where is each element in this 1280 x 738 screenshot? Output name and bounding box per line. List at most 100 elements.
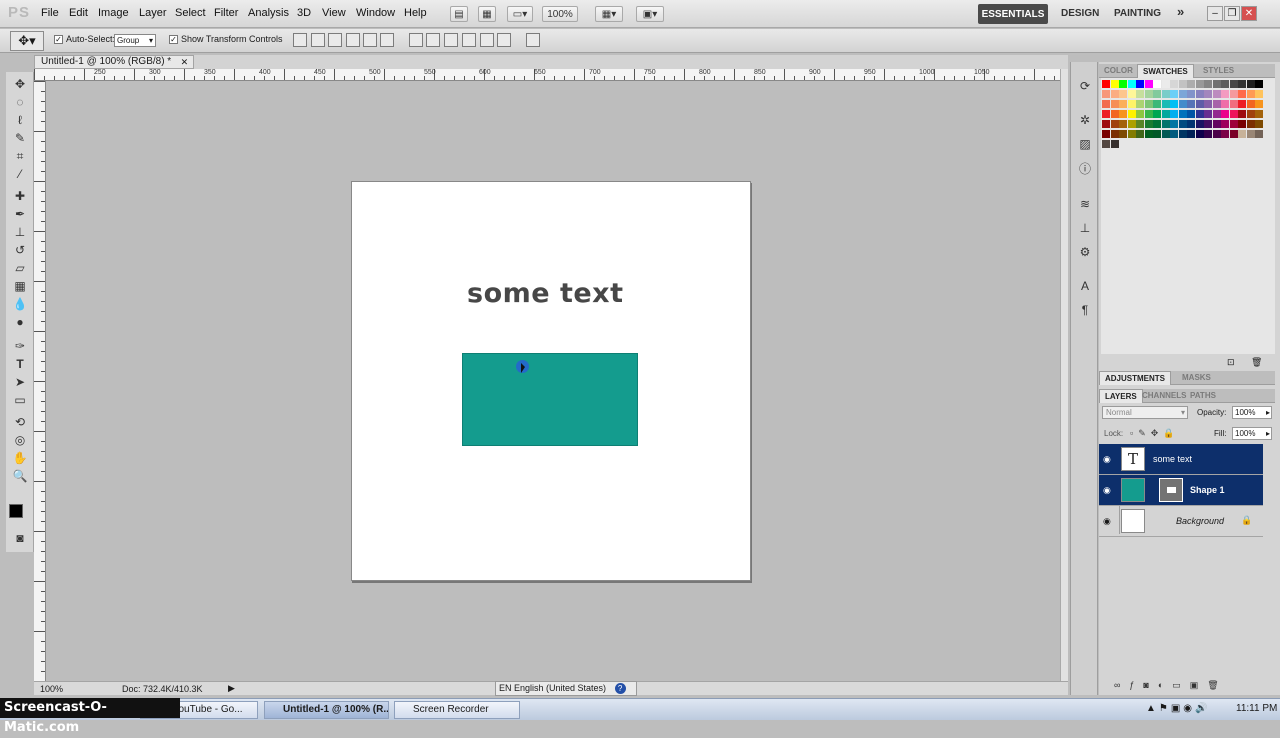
align-bottom-icon[interactable] [328, 33, 342, 47]
color-swatch[interactable] [1153, 80, 1161, 88]
path-select-icon[interactable]: ➤ [10, 374, 30, 390]
color-swatch[interactable] [1153, 130, 1161, 138]
auto-align-icon[interactable] [526, 33, 540, 47]
color-swatch[interactable] [1110, 120, 1119, 128]
menu-select[interactable]: Select [175, 7, 206, 19]
hand-tool-icon[interactable]: ✋ [10, 450, 30, 466]
info-icon[interactable]: ⓘ [1077, 160, 1093, 176]
workspace-design[interactable]: DESIGN [1061, 8, 1099, 19]
zoom-level[interactable]: 100% [542, 6, 578, 22]
crop-tool-icon[interactable]: ⌗ [10, 148, 30, 164]
color-swatch[interactable] [1204, 120, 1212, 128]
rectangle-tool-icon[interactable]: ▭ [10, 392, 30, 408]
blend-mode-dropdown[interactable]: Normal ▾ [1102, 406, 1188, 419]
color-swatch[interactable] [1119, 120, 1127, 128]
tab-adjustments[interactable]: ADJUSTMENTS [1099, 371, 1172, 385]
color-swatch[interactable] [1238, 120, 1246, 128]
color-swatch[interactable] [1238, 130, 1246, 138]
menu-view[interactable]: View [322, 7, 346, 19]
color-swatch[interactable] [1204, 130, 1212, 138]
color-swatch[interactable] [1238, 90, 1246, 98]
color-swatch[interactable] [1221, 80, 1229, 88]
color-swatch[interactable] [1178, 120, 1187, 128]
color-swatch[interactable] [1170, 80, 1178, 88]
align-vcenter-icon[interactable] [311, 33, 325, 47]
shape-layer-rectangle[interactable] [462, 353, 638, 446]
color-swatch[interactable] [1110, 100, 1119, 108]
color-swatch[interactable] [1187, 90, 1195, 98]
color-swatch[interactable] [1127, 130, 1136, 138]
color-swatch[interactable] [1119, 130, 1127, 138]
color-swatch[interactable] [1187, 120, 1195, 128]
tab-channels[interactable]: CHANNELS [1137, 389, 1191, 403]
new-swatch-icon[interactable]: ⊡ [1227, 357, 1235, 368]
color-swatch[interactable] [1136, 120, 1144, 128]
color-swatch[interactable] [1255, 90, 1263, 98]
color-swatch[interactable] [1136, 90, 1144, 98]
color-swatch[interactable] [1153, 100, 1161, 108]
color-swatch[interactable] [1187, 110, 1195, 118]
color-swatch[interactable] [1221, 110, 1229, 118]
color-swatch[interactable] [1102, 100, 1110, 108]
delete-swatch-icon[interactable]: 🗑 [1251, 357, 1262, 368]
quick-select-tool-icon[interactable]: ✎ [10, 130, 30, 146]
color-swatch[interactable] [1136, 80, 1144, 88]
move-tool-icon[interactable]: ✥ [10, 76, 30, 92]
color-swatch[interactable] [1212, 100, 1221, 108]
gradient-tool-icon[interactable]: ▦ [10, 278, 30, 294]
color-swatch[interactable] [1229, 90, 1238, 98]
color-swatch[interactable] [1110, 110, 1119, 118]
color-swatch[interactable] [1204, 80, 1212, 88]
color-swatch[interactable] [1178, 130, 1187, 138]
visibility-eye-icon[interactable]: ◉ [1103, 454, 1111, 465]
color-swatch[interactable] [1170, 120, 1178, 128]
screen-mode-icon[interactable]: ▣▾ [636, 6, 664, 22]
color-swatch[interactable] [1119, 80, 1127, 88]
color-swatch[interactable] [1178, 90, 1187, 98]
minimize-icon[interactable]: – [1207, 6, 1223, 21]
color-swatch[interactable] [1221, 90, 1229, 98]
menu-window[interactable]: Window [356, 7, 395, 19]
color-swatch[interactable] [1170, 90, 1178, 98]
color-swatch[interactable] [1127, 120, 1136, 128]
auto-select-dropdown[interactable]: Group ▾ [114, 34, 156, 47]
color-swatch[interactable] [1238, 110, 1246, 118]
tab-paths[interactable]: PATHS [1185, 389, 1221, 403]
tool-presets-icon[interactable]: ⚙ [1077, 244, 1093, 260]
color-swatch[interactable] [1110, 80, 1119, 88]
close-tab-icon[interactable]: ✕ [181, 56, 189, 68]
restore-icon[interactable]: ❐ [1224, 6, 1240, 21]
color-swatch[interactable] [1178, 100, 1187, 108]
actions-icon[interactable]: ✲ [1077, 112, 1093, 128]
character-icon[interactable]: A [1077, 278, 1093, 294]
menu-file[interactable]: File [41, 7, 59, 19]
history-brush-icon[interactable]: ↺ [10, 242, 30, 258]
color-swatch[interactable] [1212, 80, 1221, 88]
color-swatch[interactable] [1212, 110, 1221, 118]
language-bar[interactable]: EN English (United States) ? [495, 681, 637, 696]
color-swatch[interactable] [1212, 90, 1221, 98]
lock-options-icon[interactable]: ▫✎✥🔒 [1130, 428, 1179, 439]
color-swatch[interactable] [1212, 120, 1221, 128]
foreground-color-swatch[interactable] [9, 504, 23, 518]
color-swatch[interactable] [1102, 140, 1110, 148]
color-swatch[interactable] [1144, 100, 1153, 108]
align-left-icon[interactable] [346, 33, 360, 47]
menu-filter[interactable]: Filter [214, 7, 238, 19]
color-swatch[interactable] [1246, 120, 1255, 128]
pen-tool-icon[interactable]: ✑ [10, 338, 30, 354]
type-tool-icon[interactable]: T [10, 356, 30, 372]
visibility-eye-icon[interactable]: ◉ [1103, 516, 1111, 527]
color-swatch[interactable] [1178, 110, 1187, 118]
menu-analysis[interactable]: Analysis [248, 7, 289, 19]
marquee-tool-icon[interactable]: ◌ [10, 94, 30, 110]
minibridge-icon[interactable]: ▦ [478, 6, 496, 22]
clock[interactable]: 11:11 PM [1236, 703, 1277, 714]
layer-name[interactable]: Shape 1 [1190, 485, 1225, 495]
color-swatch[interactable] [1195, 120, 1204, 128]
clone-source-icon[interactable]: ⊥ [1077, 220, 1093, 236]
color-swatch[interactable] [1170, 110, 1178, 118]
color-swatch[interactable] [1195, 110, 1204, 118]
color-swatch[interactable] [1246, 130, 1255, 138]
color-swatch[interactable] [1161, 130, 1170, 138]
